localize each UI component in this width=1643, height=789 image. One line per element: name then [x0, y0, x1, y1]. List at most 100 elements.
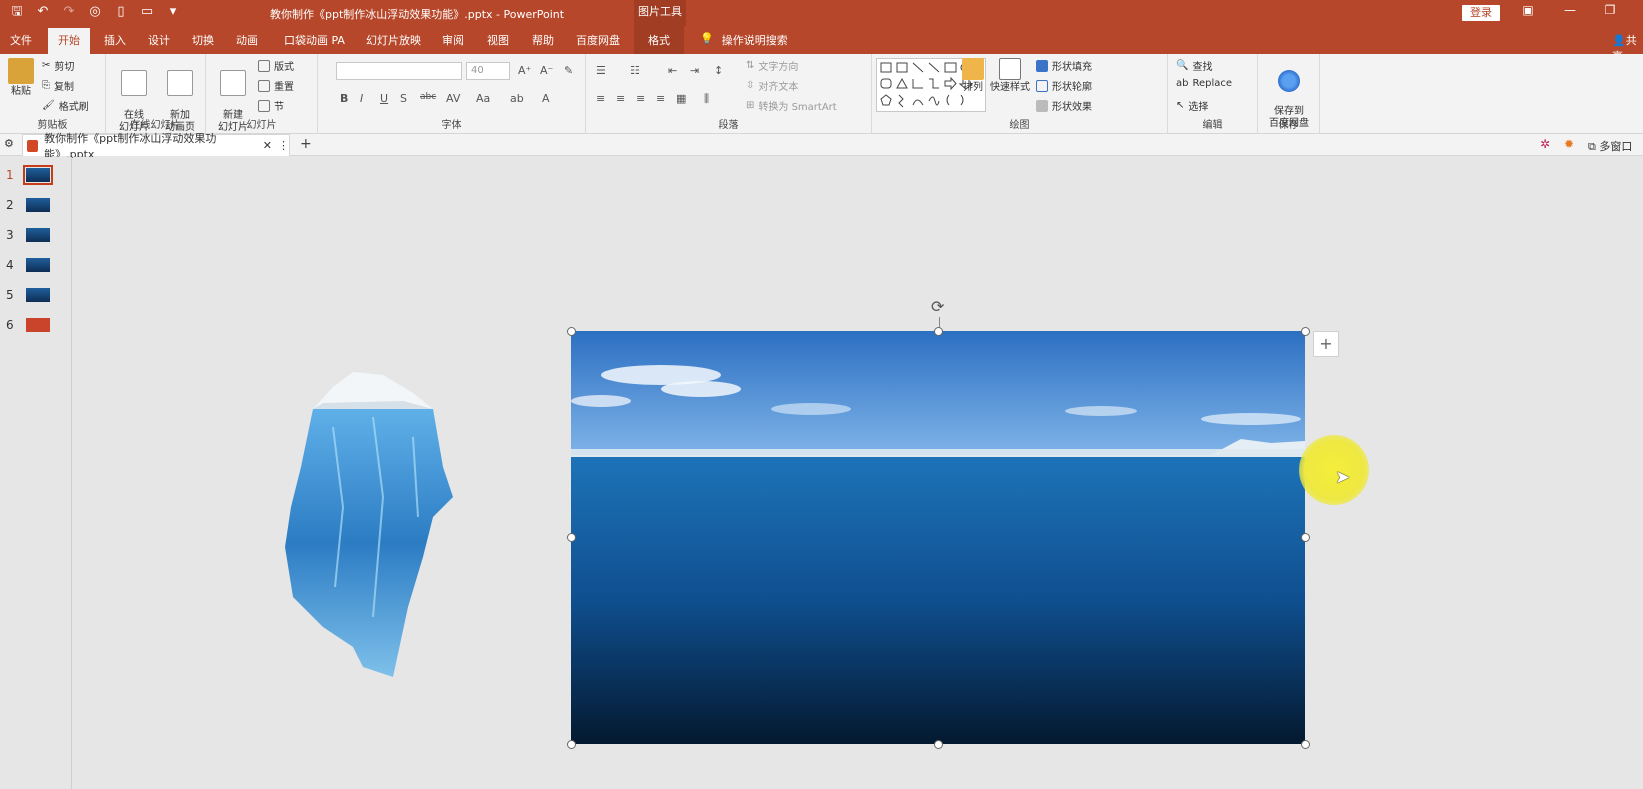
- resize-handle-left[interactable]: [567, 533, 576, 542]
- resize-handle-top[interactable]: [934, 327, 943, 336]
- redo-icon[interactable]: ↷: [60, 3, 78, 21]
- tab-insert[interactable]: 插入: [104, 32, 126, 48]
- arrange-label: 排列: [963, 82, 983, 93]
- resize-handle-bottom-left[interactable]: [567, 740, 576, 749]
- ribbon-display-icon[interactable]: ▣: [1518, 3, 1538, 17]
- tab-design[interactable]: 设计: [148, 32, 170, 48]
- change-case-icon[interactable]: Aa: [476, 92, 490, 105]
- italic-icon[interactable]: I: [360, 92, 363, 105]
- reset-button[interactable]: 重置: [258, 78, 294, 93]
- justify-icon[interactable]: ≡: [656, 92, 665, 105]
- format-painter-button[interactable]: 🖌 格式刷: [42, 98, 89, 113]
- bullets-icon[interactable]: ☰: [596, 64, 606, 77]
- resize-handle-right[interactable]: [1301, 533, 1310, 542]
- columns-icon[interactable]: ⫼: [704, 92, 709, 106]
- tab-file[interactable]: 文件: [10, 32, 32, 48]
- tell-me-search[interactable]: 💡 操作说明搜索: [700, 32, 788, 48]
- replace-icon: ab: [1176, 78, 1189, 89]
- shape-outline-button[interactable]: 形状轮廓: [1036, 78, 1092, 93]
- tab-help[interactable]: 帮助: [532, 32, 554, 48]
- document-tab[interactable]: 教你制作《ppt制作冰山浮动效果功能》.pptx ✕ ⋮: [22, 132, 290, 161]
- select-button[interactable]: ↖ 选择: [1176, 98, 1208, 113]
- decrease-indent-icon[interactable]: ⇤: [668, 64, 677, 77]
- smartart-button[interactable]: ⊞ 转换为 SmartArt: [746, 98, 837, 113]
- align-left-icon[interactable]: ≡: [596, 92, 605, 105]
- font-size-combo[interactable]: 40: [466, 62, 510, 80]
- cut-button[interactable]: ✂ 剪切: [42, 58, 74, 73]
- presenter-icon[interactable]: ◎: [86, 3, 104, 21]
- tab-pocket-animation[interactable]: 口袋动画 PA: [284, 32, 345, 48]
- quick-styles-label: 快速样式: [990, 82, 1030, 93]
- open-folder-icon[interactable]: ▭: [138, 3, 156, 21]
- shadow-icon[interactable]: S: [400, 92, 407, 105]
- arrange-button[interactable]: 排列: [960, 58, 986, 94]
- slide-thumbnail[interactable]: 6: [6, 315, 50, 335]
- tab-baidu[interactable]: 百度网盘: [576, 32, 620, 48]
- highlight-icon[interactable]: ab: [510, 92, 524, 105]
- font-color-icon[interactable]: A: [542, 92, 550, 105]
- login-button[interactable]: 登录: [1462, 5, 1500, 21]
- section-button[interactable]: 节: [258, 98, 284, 113]
- replace-button[interactable]: ab Replace: [1176, 78, 1232, 89]
- strikethrough-icon[interactable]: abc: [420, 92, 436, 102]
- multi-window-button[interactable]: ⧉ 多窗口: [1588, 138, 1632, 154]
- iceberg-image[interactable]: [223, 347, 523, 687]
- tab-format[interactable]: 格式: [634, 26, 684, 54]
- align-center-icon[interactable]: ≡: [616, 92, 625, 105]
- tab-slideshow[interactable]: 幻灯片放映: [366, 32, 421, 48]
- tab-menu-icon[interactable]: ⚙: [4, 137, 14, 150]
- resize-handle-bottom[interactable]: [934, 740, 943, 749]
- customize-qat-icon[interactable]: ▾: [164, 3, 182, 21]
- undo-icon[interactable]: ↶: [34, 3, 52, 21]
- numbering-icon[interactable]: ☷: [630, 64, 640, 77]
- distributed-icon[interactable]: ▦: [676, 92, 686, 105]
- plugin-icon[interactable]: ✲: [1540, 137, 1550, 151]
- increase-indent-icon[interactable]: ⇥: [690, 64, 699, 77]
- tab-animations[interactable]: 动画: [236, 32, 258, 48]
- settings-icon[interactable]: ✹: [1564, 137, 1574, 151]
- slide-thumbnail[interactable]: 2: [6, 195, 50, 215]
- restore-icon[interactable]: ❐: [1600, 3, 1620, 17]
- underline-icon[interactable]: U: [380, 92, 388, 105]
- shrink-font-icon[interactable]: A⁻: [540, 64, 553, 77]
- line-spacing-icon[interactable]: ↕: [714, 64, 723, 77]
- new-file-icon[interactable]: ▯: [112, 3, 130, 21]
- clear-format-icon[interactable]: ✎: [564, 64, 573, 77]
- layout-options-plus-icon[interactable]: +: [1313, 331, 1339, 357]
- close-icon[interactable]: ✕: [263, 139, 272, 152]
- tab-transitions[interactable]: 切换: [192, 32, 214, 48]
- slide-preview: [26, 198, 50, 212]
- slide-thumbnail[interactable]: 4: [6, 255, 50, 275]
- tab-view[interactable]: 视图: [487, 32, 509, 48]
- quick-styles-button[interactable]: 快速样式: [990, 58, 1030, 94]
- more-icon[interactable]: ⋮: [278, 139, 289, 152]
- font-name-combo[interactable]: [336, 62, 462, 80]
- shape-effects-button[interactable]: 形状效果: [1036, 98, 1092, 113]
- shape-fill-button[interactable]: 形状填充: [1036, 58, 1092, 73]
- save-icon[interactable]: 🖫: [8, 3, 26, 21]
- slide-thumbnail[interactable]: 5: [6, 285, 50, 305]
- tab-review[interactable]: 审阅: [442, 32, 464, 48]
- find-button[interactable]: 🔍 查找: [1176, 58, 1212, 73]
- resize-handle-bottom-right[interactable]: [1301, 740, 1310, 749]
- layout-label: 版式: [274, 62, 294, 73]
- align-right-icon[interactable]: ≡: [636, 92, 645, 105]
- slide-thumbnail[interactable]: 1: [6, 165, 53, 185]
- tab-home[interactable]: 开始: [48, 28, 90, 54]
- rotate-handle-icon[interactable]: ⟳: [931, 297, 944, 316]
- resize-handle-top-right[interactable]: [1301, 327, 1310, 336]
- ocean-image[interactable]: [571, 331, 1305, 744]
- slide-thumbnail[interactable]: 3: [6, 225, 50, 245]
- minimize-icon[interactable]: —: [1560, 3, 1580, 17]
- align-text-button[interactable]: ⇳ 对齐文本: [746, 78, 798, 93]
- text-direction-button[interactable]: ⇅ 文字方向: [746, 58, 798, 73]
- new-tab-icon[interactable]: +: [300, 136, 312, 152]
- copy-icon: ⎘: [42, 80, 50, 91]
- layout-button[interactable]: 版式: [258, 58, 294, 73]
- grow-font-icon[interactable]: A⁺: [518, 64, 531, 77]
- copy-button[interactable]: ⎘ 复制: [42, 78, 74, 93]
- bold-icon[interactable]: B: [340, 92, 348, 105]
- char-spacing-icon[interactable]: AV: [446, 92, 460, 105]
- paste-button[interactable]: 粘贴: [6, 58, 36, 98]
- resize-handle-top-left[interactable]: [567, 327, 576, 336]
